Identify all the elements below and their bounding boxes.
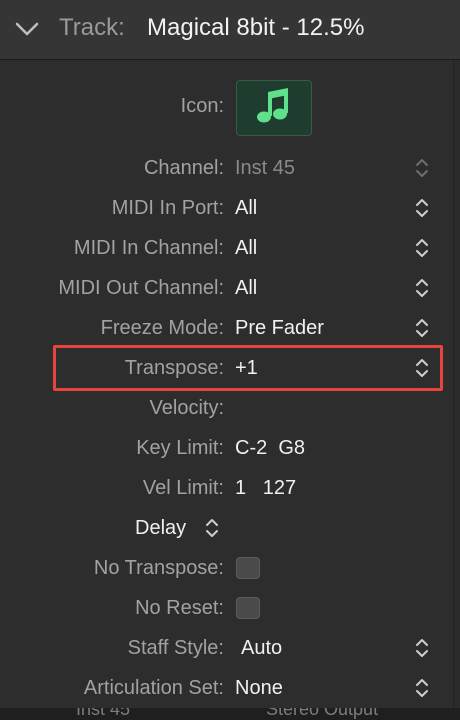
key-limit-label: Key Limit: (136, 437, 224, 459)
key-limit-row[interactable]: Key Limit: C-2 G8 (0, 428, 460, 468)
delay-label[interactable]: Delay (135, 508, 186, 548)
no-transpose-row: No Transpose: (0, 548, 460, 588)
freeze-mode-label: Freeze Mode: (100, 317, 224, 339)
no-transpose-checkbox[interactable] (236, 557, 260, 579)
music-note-icon (257, 88, 288, 123)
midi-out-channel-row[interactable]: MIDI Out Channel: All (0, 268, 460, 308)
staff-style-row[interactable]: Staff Style: Auto (0, 628, 460, 668)
delay-stepper-icon[interactable] (203, 517, 221, 539)
midi-in-port-stepper-icon[interactable] (413, 197, 431, 219)
transpose-highlight-box (53, 345, 443, 391)
velocity-label: Velocity: (149, 397, 224, 419)
staff-style-label: Staff Style: (127, 637, 224, 659)
midi-out-channel-value[interactable]: All (235, 268, 257, 308)
track-name: Magical 8bit - 12.5% (147, 14, 365, 41)
vel-limit-label: Vel Limit: (142, 477, 224, 499)
articulation-set-row[interactable]: Articulation Set: None (0, 668, 460, 708)
track-icon-button[interactable] (236, 80, 312, 136)
midi-out-channel-stepper-icon[interactable] (413, 277, 431, 299)
midi-in-channel-value[interactable]: All (235, 228, 257, 268)
no-reset-label: No Reset: (135, 597, 224, 619)
freeze-mode-stepper-icon[interactable] (413, 317, 431, 339)
midi-in-channel-stepper-icon[interactable] (413, 237, 431, 259)
channel-strip-header-partial: Inst 45 Stereo Output (0, 708, 460, 720)
articulation-set-value[interactable]: None (235, 668, 283, 708)
velocity-row[interactable]: Velocity: (0, 388, 460, 428)
icon-row: Icon: (0, 86, 460, 126)
vel-limit-row[interactable]: Vel Limit: 1 127 (0, 468, 460, 508)
channel-stepper-icon[interactable] (413, 157, 431, 179)
header-label: Track: (59, 14, 125, 41)
staff-style-stepper-icon[interactable] (413, 637, 431, 659)
icon-label: Icon: (180, 95, 224, 117)
chevron-down-icon[interactable] (14, 18, 40, 40)
channel-value[interactable]: Inst 45 (235, 148, 295, 188)
no-reset-row: No Reset: (0, 588, 460, 628)
freeze-mode-row[interactable]: Freeze Mode: Pre Fader (0, 308, 460, 348)
no-transpose-label: No Transpose: (93, 557, 224, 579)
bottom-output-name: Stereo Output (266, 708, 379, 719)
bottom-channel-name: Inst 45 (76, 708, 131, 719)
midi-in-channel-label: MIDI In Channel: (73, 237, 224, 259)
midi-in-port-label: MIDI In Port: (111, 197, 224, 219)
freeze-mode-value[interactable]: Pre Fader (235, 308, 324, 348)
articulation-set-stepper-icon[interactable] (413, 677, 431, 699)
channel-row[interactable]: Channel: Inst 45 (0, 148, 460, 188)
midi-in-channel-row[interactable]: MIDI In Channel: All (0, 228, 460, 268)
midi-out-channel-label: MIDI Out Channel: (58, 277, 224, 299)
vel-limit-value[interactable]: 1 127 (235, 468, 296, 508)
midi-in-port-value[interactable]: All (235, 188, 257, 228)
midi-in-port-row[interactable]: MIDI In Port: All (0, 188, 460, 228)
key-limit-value[interactable]: C-2 G8 (235, 428, 305, 468)
articulation-set-label: Articulation Set: (83, 677, 224, 699)
no-reset-checkbox[interactable] (236, 597, 260, 619)
delay-row[interactable]: Delay (0, 508, 460, 548)
track-inspector-header[interactable]: Track: Magical 8bit - 12.5% (0, 0, 460, 60)
channel-label: Channel: (143, 157, 224, 179)
staff-style-value[interactable]: Auto (241, 628, 282, 668)
